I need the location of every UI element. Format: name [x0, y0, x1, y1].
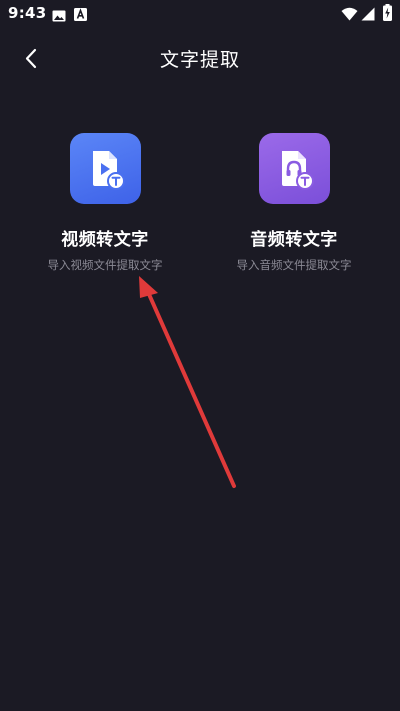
battery-charging-icon: [383, 4, 392, 21]
page-title: 文字提取: [159, 49, 240, 71]
status-bar: 9:43: [0, 0, 400, 28]
wifi-icon: [341, 6, 358, 21]
video-to-text-description: 导入视频文件提取文字: [47, 258, 163, 272]
photo-icon: [52, 7, 66, 22]
audio-to-text-title: 音频转文字: [250, 230, 338, 250]
header: 文字提取: [0, 34, 400, 82]
video-to-text-card[interactable]: 视频转文字 导入视频文件提取文字: [11, 133, 199, 283]
audio-to-text-description: 导入音频文件提取文字: [236, 258, 352, 272]
audio-file-text-icon: [259, 133, 330, 204]
annotation-arrow: [139, 276, 236, 488]
signal-icon: [361, 6, 375, 21]
status-time: 9:43: [8, 4, 47, 22]
video-file-text-icon: [70, 133, 141, 204]
font-a-icon: [74, 6, 87, 21]
video-to-text-title: 视频转文字: [61, 230, 149, 250]
audio-to-text-card[interactable]: 音频转文字 导入音频文件提取文字: [200, 133, 388, 283]
